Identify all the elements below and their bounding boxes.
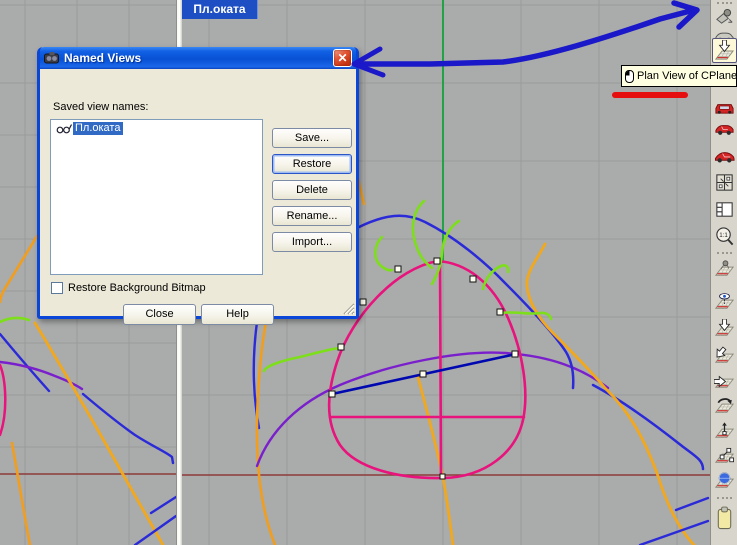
car-red-sports-icon[interactable] [714,145,735,166]
zoom-1to1-icon[interactable]: 1:1 [714,226,735,247]
cplane-origin-icon[interactable] [714,319,735,340]
cplane-corner-icon[interactable] [714,346,735,367]
car-red-front-icon[interactable] [714,96,735,117]
dialog-body: Saved view names: Пл.оката Save... Resto… [40,69,356,325]
viewport-title-tab[interactable]: Пл.оката [182,0,258,19]
red-underline-annotation [612,92,688,98]
green-squiggle-h[interactable] [411,199,434,270]
close-dialog-button[interactable]: Close [123,304,196,325]
shade-lamp-icon[interactable] [714,6,735,27]
cplane-world-icon[interactable] [714,471,735,492]
restore-button[interactable]: Restore [272,154,352,174]
cplane-view-icon[interactable] [714,292,735,313]
dialog-title-bar[interactable]: Named Views ✕ [40,47,356,69]
left-blue-dash-1[interactable] [149,495,176,515]
green-squiggle-g[interactable] [374,235,394,272]
tooltip: Plan View of CPlane [621,65,737,87]
grip-dots[interactable] [717,252,732,255]
left-pink-curve[interactable] [0,363,7,437]
named-views-dialog: Named Views ✕ Saved view names: Пл.оката… [37,47,359,325]
cplane-shade-icon[interactable] [714,259,735,280]
plan-view-cplane-icon [715,39,734,60]
saved-view-names-label: Saved view names: [53,101,149,113]
left-purple-curve[interactable] [0,360,84,391]
plan-view-cplane-button[interactable] [712,38,737,63]
delete-button[interactable]: Delete [272,180,352,200]
blue-dash-bottom-1[interactable] [674,496,710,512]
cplane-rotate-icon[interactable] [714,396,735,417]
rhino-app-window: Пл.оката 1:1 Named Views ✕ Saved view na… [0,0,737,545]
cplane-object-icon[interactable] [714,446,735,467]
green-squiggle-a[interactable] [430,219,461,286]
blue-arc-lower-right[interactable] [591,383,705,471]
orange-vertical-curve[interactable] [255,320,277,545]
grip-dots[interactable] [717,497,732,500]
eyeglasses-icon [56,124,72,134]
four-viewports-icon[interactable] [714,172,735,193]
save-button[interactable]: Save... [272,128,352,148]
left-orange-top[interactable] [0,234,39,304]
left-blue-dash-2[interactable] [133,514,176,545]
orange-through-curve[interactable] [416,375,455,545]
named-views-app-icon [44,52,59,64]
viewport-layout-icon[interactable] [714,199,735,220]
green-line-d[interactable] [262,346,344,373]
paste-clipboard-icon[interactable] [714,505,735,533]
purple-arc[interactable] [255,351,610,468]
dialog-title: Named Views [64,51,142,65]
list-item-label: Пл.оката [73,122,124,135]
restore-background-bitmap-checkbox[interactable] [51,282,63,294]
blue-dash-bottom-2[interactable] [638,519,710,545]
tooltip-text: Plan View of CPlane [637,70,737,82]
sleeve-vertical-line[interactable] [438,259,443,479]
import-button[interactable]: Import... [272,232,352,252]
grip-dots[interactable] [717,2,732,5]
left-orange-short[interactable] [10,441,32,545]
cplane-right-icon[interactable] [714,371,735,392]
list-item[interactable]: Пл.оката [52,121,261,136]
car-red-side-icon[interactable] [714,118,735,139]
mouse-left-button-icon [625,69,634,83]
saved-views-listbox[interactable]: Пл.оката [50,119,263,275]
blue-arc-main[interactable] [355,214,575,390]
left-orange-long[interactable] [33,321,165,545]
rename-button[interactable]: Rename... [272,206,352,226]
close-button[interactable]: ✕ [333,49,352,67]
zoom-ratio-label: 1:1 [719,232,728,239]
help-button[interactable]: Help [201,304,274,325]
checkbox-label: Restore Background Bitmap [68,282,206,294]
cplane-elevate-icon[interactable] [714,421,735,442]
resize-grip[interactable] [342,302,355,315]
